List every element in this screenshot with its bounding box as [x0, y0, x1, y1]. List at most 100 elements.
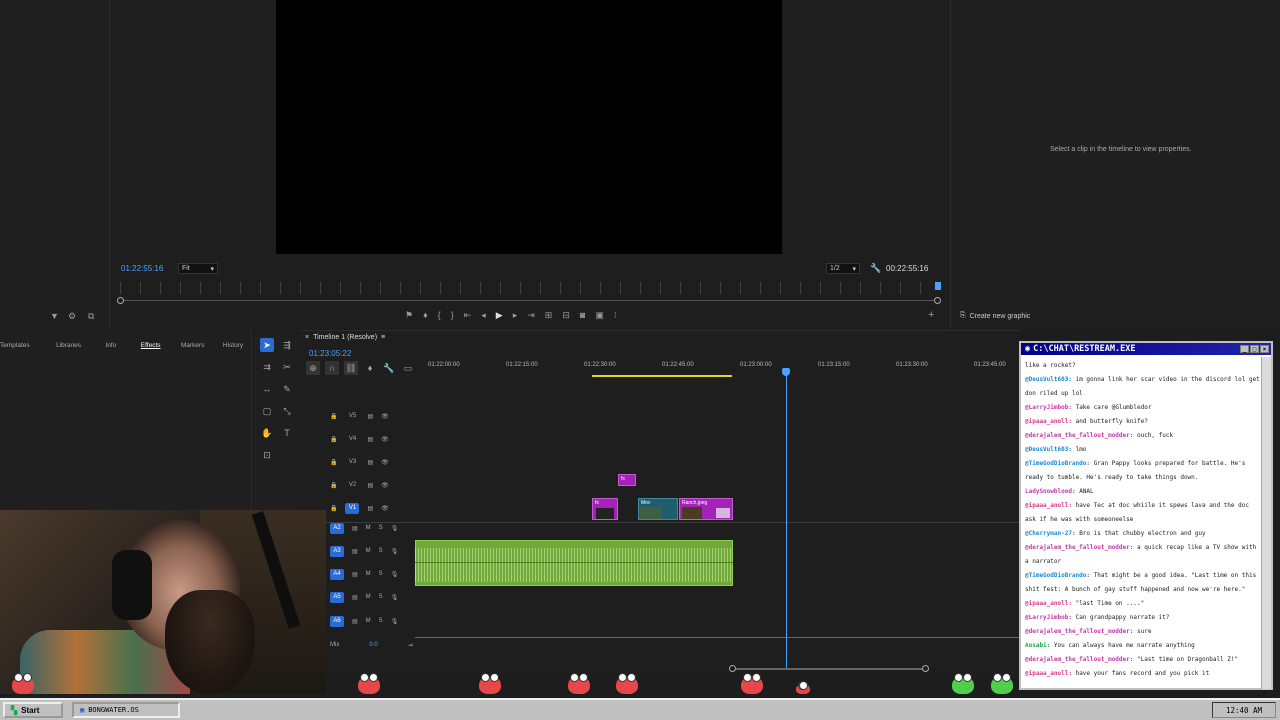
- selection-tool-icon[interactable]: ➤: [260, 338, 274, 352]
- track-divider[interactable]: [300, 522, 1020, 523]
- chat-username[interactable]: @DeusVult603:: [1025, 446, 1076, 453]
- ripple-tool-icon[interactable]: ⇶: [280, 338, 294, 352]
- sync-icon[interactable]: ▤: [367, 413, 373, 420]
- sync-icon[interactable]: ▤: [367, 436, 373, 443]
- settings-icon[interactable]: ⚙: [68, 311, 76, 322]
- timeline-playhead-line[interactable]: [786, 370, 787, 670]
- mic-icon[interactable]: 🎙: [391, 548, 399, 555]
- lock-icon[interactable]: 🔒: [330, 459, 337, 466]
- mic-icon[interactable]: 🎙: [391, 594, 399, 601]
- sync-icon[interactable]: ▤: [352, 618, 358, 625]
- wrench-icon[interactable]: 🔧: [382, 361, 396, 375]
- sync-icon[interactable]: ▤: [367, 505, 373, 512]
- tab-markers[interactable]: Markers: [181, 342, 204, 349]
- sync-icon[interactable]: ▤: [352, 525, 358, 532]
- marker-icon[interactable]: ⚑: [405, 310, 413, 321]
- timeline-ruler[interactable]: 01:22:00:00 01:22:15:00 01:22:30:00 01:2…: [415, 362, 1020, 374]
- track-label-a3[interactable]: A3: [330, 545, 344, 557]
- clip-fx-v2[interactable]: fx: [618, 474, 636, 486]
- chat-username[interactable]: @Cherryman-27:: [1025, 530, 1079, 537]
- mark-in-icon[interactable]: {: [438, 310, 441, 321]
- sync-icon[interactable]: ▤: [367, 459, 373, 466]
- slip-tool-icon[interactable]: ↔: [260, 382, 274, 396]
- track-label-a5[interactable]: A5: [330, 591, 344, 603]
- fit-dropdown[interactable]: Fit ▾: [178, 263, 218, 274]
- solo-icon[interactable]: S: [379, 618, 383, 624]
- scrub-start-handle[interactable]: [117, 297, 124, 304]
- zoom-handle-right[interactable]: [922, 665, 929, 672]
- program-current-time[interactable]: 01:22:55:16: [121, 264, 163, 273]
- resolution-dropdown[interactable]: 1/2 ▾: [826, 263, 860, 274]
- camera-icon[interactable]: ◙: [580, 310, 585, 321]
- go-to-in-icon[interactable]: ⇤: [464, 310, 472, 321]
- work-area-bar[interactable]: [592, 375, 732, 377]
- wrench-icon[interactable]: 🔧: [870, 263, 881, 274]
- track-label-v1[interactable]: V1: [345, 502, 360, 514]
- eye-icon[interactable]: 👁: [381, 436, 389, 443]
- eye-icon[interactable]: 👁: [381, 413, 389, 420]
- chat-username[interactable]: @TimeGodDioBrando:: [1025, 460, 1094, 467]
- monitor-ruler[interactable]: [120, 282, 938, 294]
- play-icon[interactable]: ▶: [496, 310, 503, 321]
- tab-info[interactable]: Info: [105, 342, 116, 349]
- rectangle-tool-icon[interactable]: ▢: [260, 404, 274, 418]
- chat-username[interactable]: @derajalem_the_fallout_modder:: [1025, 656, 1137, 663]
- taskbar-item[interactable]: ▣ BONGWATER.OS: [72, 702, 180, 718]
- add-marker-icon[interactable]: ♦: [423, 310, 428, 321]
- track-label-v3[interactable]: V3: [345, 457, 359, 468]
- track-label-a2[interactable]: A2: [330, 522, 344, 534]
- lock-icon[interactable]: 🔒: [330, 436, 337, 443]
- step-forward-icon[interactable]: ▸: [513, 310, 518, 321]
- close-icon[interactable]: ×: [305, 334, 309, 341]
- chat-username[interactable]: @ipaaa_anoll:: [1025, 670, 1076, 677]
- mute-icon[interactable]: M: [366, 548, 371, 554]
- mark-out-icon[interactable]: }: [451, 310, 454, 321]
- mute-icon[interactable]: M: [366, 571, 371, 577]
- filter-icon[interactable]: ▼: [50, 311, 59, 321]
- snap-icon[interactable]: ∩: [325, 361, 339, 375]
- close-icon[interactable]: ×: [1260, 345, 1269, 353]
- chat-username[interactable]: @ipaaa_anoll:: [1025, 600, 1076, 607]
- captions-icon[interactable]: ▭: [401, 361, 415, 375]
- sync-icon[interactable]: ▤: [352, 594, 358, 601]
- mute-icon[interactable]: M: [366, 618, 371, 624]
- chat-username[interactable]: @derajalem_the_fallout_modder:: [1025, 544, 1137, 551]
- mix-skip-icon[interactable]: ⇥: [408, 642, 413, 649]
- lift-icon[interactable]: ⊞: [545, 310, 553, 321]
- track-label-a4[interactable]: A4: [330, 568, 344, 580]
- chat-username[interactable]: @TimeGodDioBrando:: [1025, 572, 1094, 579]
- sync-icon[interactable]: ▤: [352, 548, 358, 555]
- chat-scrollbar[interactable]: [1261, 357, 1271, 689]
- compare-icon[interactable]: ▣: [595, 310, 604, 321]
- sync-icon[interactable]: ▤: [367, 482, 373, 489]
- solo-icon[interactable]: S: [379, 548, 383, 554]
- tab-effects[interactable]: Effects: [141, 342, 161, 349]
- lock-icon[interactable]: 🔒: [330, 413, 337, 420]
- mix-value[interactable]: 0.0: [369, 642, 377, 648]
- linked-selection-icon[interactable]: ⛓: [344, 361, 358, 375]
- create-new-graphic-button[interactable]: ⎘ Create new graphic: [960, 312, 1030, 320]
- timeline-tab[interactable]: × Timeline 1 (Resolve) ≡: [305, 334, 385, 341]
- chat-username[interactable]: @derajalem_the_fallout_modder:: [1025, 432, 1137, 439]
- chat-messages[interactable]: like a rocket? @DeusVult603: im gonna lin…: [1025, 359, 1261, 689]
- nest-icon[interactable]: ⊕: [306, 361, 320, 375]
- chat-title-bar[interactable]: ◉ C:\CHAT\RESTREAM.EXE _ □ ×: [1021, 343, 1271, 355]
- track-label-v5[interactable]: V5: [345, 411, 359, 422]
- chat-username[interactable]: @ipaaa_anoll:: [1025, 418, 1076, 425]
- minimize-icon[interactable]: _: [1240, 345, 1249, 353]
- extract-icon[interactable]: ⊟: [562, 310, 570, 321]
- monitor-scrub-bar[interactable]: [120, 300, 938, 301]
- tab-history[interactable]: History: [223, 342, 243, 349]
- solo-icon[interactable]: S: [379, 571, 383, 577]
- chat-username[interactable]: LadySnowblood:: [1025, 488, 1079, 495]
- track-select-icon[interactable]: ⇉: [260, 360, 274, 374]
- track-label-a6[interactable]: A6: [330, 615, 344, 627]
- chat-username[interactable]: @DeusVult603:: [1025, 376, 1076, 383]
- tab-libraries[interactable]: Libraries: [56, 342, 81, 349]
- pen-tool-icon[interactable]: ✎: [280, 382, 294, 396]
- export-icon[interactable]: ⧉: [88, 311, 94, 322]
- rate-stretch-icon[interactable]: ⤡: [280, 404, 294, 418]
- caption-tool-icon[interactable]: ⊡: [260, 448, 274, 462]
- mute-icon[interactable]: M: [366, 525, 371, 531]
- chat-username[interactable]: @ipaaa_anoll:: [1025, 502, 1076, 509]
